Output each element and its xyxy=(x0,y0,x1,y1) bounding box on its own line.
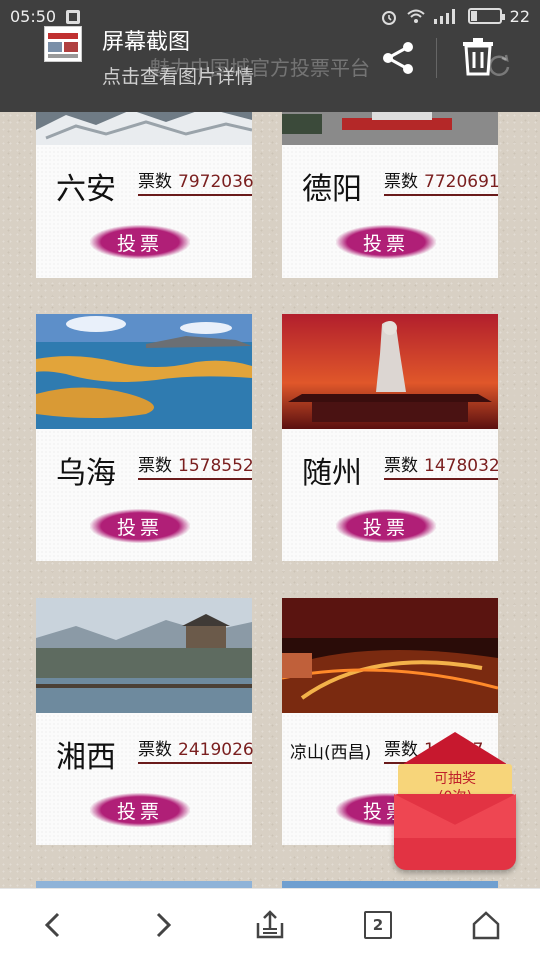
browser-bottom-nav: 2 xyxy=(0,888,540,960)
tabs-button[interactable]: 2 xyxy=(348,895,408,955)
city-card[interactable]: 随州 票数 1478032 投票 xyxy=(282,314,500,561)
vote-count: 票数 2419026 xyxy=(138,735,254,764)
back-button[interactable] xyxy=(24,895,84,955)
wifi-icon xyxy=(406,8,425,24)
home-icon xyxy=(472,910,500,939)
packet-body xyxy=(394,794,516,870)
share-tray-icon xyxy=(256,909,284,938)
notification-title: 屏幕截图 xyxy=(102,30,191,55)
city-name: 凉山(西昌) xyxy=(290,743,372,763)
forward-button[interactable] xyxy=(132,895,192,955)
vote-count: 票数 1578552 xyxy=(138,451,254,480)
vote-count: 票数 1478032 xyxy=(384,451,500,480)
vote-count: 票数 7972036 xyxy=(138,167,254,196)
screenshot-notification[interactable]: 05:50 22 魅力中国城官方投票平台 屏幕截图 点击查看图片详情 xyxy=(0,0,540,112)
share-icon[interactable] xyxy=(378,38,418,78)
screenshot-status-icon xyxy=(64,8,82,24)
vote-button[interactable]: 投票 xyxy=(84,793,196,827)
vote-button[interactable]: 投票 xyxy=(84,509,196,543)
city-image xyxy=(36,314,252,429)
status-time: 05:50 xyxy=(10,6,57,26)
tab-count: 2 xyxy=(372,915,384,934)
chevron-left-icon xyxy=(44,912,60,937)
vote-button[interactable]: 投票 xyxy=(330,509,442,543)
signal-icon xyxy=(432,8,460,24)
battery-icon xyxy=(467,8,505,24)
vote-button[interactable]: 投票 xyxy=(84,225,196,259)
divider xyxy=(436,38,437,78)
lottery-label: 可抽奖 xyxy=(434,771,476,787)
lottery-red-packet[interactable]: 可抽奖 (0次) xyxy=(394,732,516,870)
vote-button[interactable]: 投票 xyxy=(330,225,442,259)
city-name: 德阳 xyxy=(302,172,362,207)
city-image xyxy=(282,314,498,429)
city-image xyxy=(36,598,252,713)
city-name: 湘西 xyxy=(56,740,116,775)
delete-icon[interactable] xyxy=(458,36,498,78)
city-name: 乌海 xyxy=(56,456,116,491)
notification-subtitle: 点击查看图片详情 xyxy=(102,66,255,88)
tabs-icon: 2 xyxy=(364,910,392,939)
city-card[interactable]: 乌海 票数 1578552 投票 xyxy=(36,314,254,561)
alarm-icon xyxy=(380,8,398,25)
home-button[interactable] xyxy=(456,895,516,955)
city-name: 随州 xyxy=(302,456,362,491)
chevron-right-icon xyxy=(156,912,172,937)
city-name: 六安 xyxy=(56,172,116,207)
screenshot-thumbnail xyxy=(44,26,82,62)
share-button[interactable] xyxy=(240,895,300,955)
battery-level: 22 xyxy=(509,6,530,26)
vote-count: 票数 7720691 xyxy=(384,167,500,196)
city-card[interactable]: 湘西 票数 2419026 投票 xyxy=(36,598,254,845)
city-image xyxy=(282,598,498,713)
